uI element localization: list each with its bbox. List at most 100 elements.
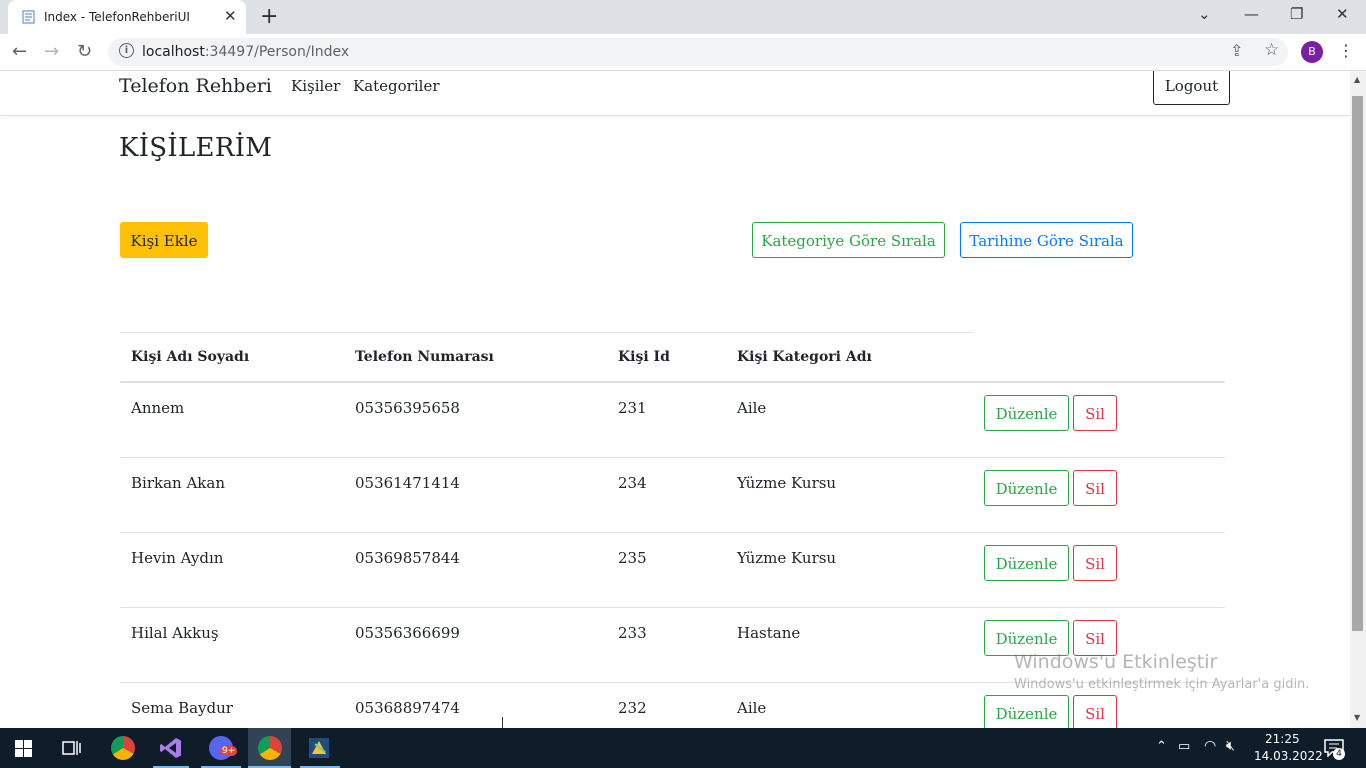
cell-actions: Düzenle Sil (973, 381, 1225, 458)
cell-name-text: Annem (131, 399, 185, 417)
notification-count-badge: 4 (1333, 748, 1345, 760)
cell-phone: 05368897474 (344, 682, 607, 728)
cell-category-text: Yüzme Kursu (737, 474, 837, 492)
cell-id: 234 (607, 457, 726, 533)
logout-button[interactable]: Logout (1153, 71, 1230, 105)
delete-button[interactable]: Sil (1073, 395, 1117, 431)
cell-phone-text: 05369857844 (355, 549, 460, 567)
nav-link-kategoriler[interactable]: Kategoriler (353, 77, 440, 95)
cell-id: 231 (607, 381, 726, 458)
cell-name: Sema Baydur (120, 682, 344, 728)
delete-button[interactable]: Sil (1073, 470, 1117, 506)
cell-id-text: 234 (618, 474, 647, 492)
sort-by-date-button[interactable]: Tarihine Göre Sırala (960, 222, 1133, 258)
task-view-icon[interactable] (62, 739, 82, 757)
table-row: Hevin Aydın 05369857844 235 Yüzme Kursu Düze… (120, 532, 1225, 608)
cell-id-text: 231 (618, 399, 647, 417)
url-text[interactable]: localhost:34497/Person/Index (142, 44, 349, 60)
browser-toolbar: ← → ↻ i localhost:34497/Person/Index ⇪ ☆… (0, 34, 1366, 71)
clock-date[interactable]: 14.03.2022 (1254, 749, 1323, 763)
text-cursor (502, 717, 503, 728)
page-title: KİŞİLERİM (119, 133, 273, 163)
bookmark-star-icon[interactable]: ☆ (1264, 40, 1279, 60)
brand-link[interactable]: Telefon Rehberi (119, 75, 272, 97)
cell-actions: Düzenle Sil (973, 532, 1225, 608)
wifi-icon[interactable]: ◠ (1204, 738, 1216, 754)
edit-button[interactable]: Düzenle (984, 470, 1069, 506)
battery-icon[interactable]: ▭ (1178, 739, 1190, 754)
chrome-active-icon[interactable] (258, 736, 282, 760)
cell-id: 233 (607, 607, 726, 683)
cell-id-text: 232 (618, 699, 647, 717)
restore-icon[interactable]: ❐ (1290, 5, 1303, 23)
clock-time[interactable]: 21:25 (1265, 732, 1300, 746)
forward-icon[interactable]: → (44, 41, 59, 62)
chrome-icon[interactable] (111, 736, 135, 760)
share-icon[interactable]: ⇪ (1230, 41, 1243, 60)
cell-category-text: Aile (737, 399, 767, 417)
cell-category-text: Hastane (737, 624, 801, 642)
cell-phone: 05356366699 (344, 607, 607, 683)
tab-title: Index - TelefonRehberiUI (44, 10, 190, 24)
cell-name-text: Sema Baydur (131, 699, 233, 717)
scrollbar-thumb[interactable] (1352, 96, 1363, 631)
address-bar[interactable]: i localhost:34497/Person/Index ⇪ ☆ (108, 38, 1288, 66)
cell-name-text: Hevin Aydın (131, 549, 224, 567)
edit-button[interactable]: Düzenle (984, 545, 1069, 581)
tray-chevron-icon[interactable]: ⌃ (1156, 739, 1167, 754)
activation-watermark-title: Windows'u Etkinleştir (1014, 651, 1218, 673)
cell-id-text: 235 (618, 549, 647, 567)
back-icon[interactable]: ← (12, 41, 27, 62)
scroll-up-icon[interactable]: ▲ (1354, 75, 1360, 84)
browser-tab[interactable]: Index - TelefonRehberiUI ✕ (8, 0, 246, 34)
cell-name: Hilal Akkuş (120, 607, 344, 683)
cell-phone-text: 05356366699 (355, 624, 460, 642)
visual-studio-icon[interactable] (159, 736, 183, 760)
activation-watermark-text: Windows'u etkinleştirmek için Ayarlar'a … (1014, 677, 1310, 692)
table-row: Annem 05356395658 231 Aile Düzenle Sil (120, 381, 1225, 458)
table-row: Birkan Akan 05361471414 234 Yüzme Kursu Düze… (120, 457, 1225, 533)
cell-name-text: Birkan Akan (131, 474, 225, 492)
minimize-icon[interactable]: — (1244, 5, 1259, 23)
windows-start-icon[interactable] (15, 740, 32, 757)
column-header-name: Kişi Adı Soyadı (120, 332, 344, 383)
cell-category: Hastane (726, 607, 973, 683)
reload-icon[interactable]: ↻ (77, 41, 92, 62)
delete-button[interactable]: Sil (1073, 695, 1117, 728)
new-tab-icon[interactable]: + (260, 4, 278, 29)
menu-icon[interactable]: ⋮ (1338, 41, 1354, 60)
add-person-button[interactable]: Kişi Ekle (120, 222, 208, 258)
cell-name: Birkan Akan (120, 457, 344, 533)
volume-mute-icon[interactable]: 🔇︎ (1226, 738, 1235, 754)
edit-button[interactable]: Düzenle (984, 395, 1069, 431)
cell-phone-text: 05368897474 (355, 699, 460, 717)
page-icon (22, 10, 35, 24)
discord-badge: 9+ (220, 746, 238, 756)
cell-phone: 05356395658 (344, 381, 607, 458)
cell-id-text: 233 (618, 624, 647, 642)
info-icon[interactable]: i (119, 43, 134, 58)
cell-phone-text: 05361471414 (355, 474, 460, 492)
scroll-down-icon[interactable]: ▼ (1354, 713, 1360, 722)
cell-phone: 05361471414 (344, 457, 607, 533)
column-header-phone: Telefon Numarası (344, 332, 607, 383)
tab-search-icon[interactable]: ⌄ (1198, 5, 1211, 23)
profile-avatar[interactable]: B (1301, 41, 1323, 63)
cell-name-text: Hilal Akkuş (131, 624, 219, 642)
close-window-icon[interactable]: ✕ (1336, 5, 1349, 23)
cell-id: 235 (607, 532, 726, 608)
column-header-actions (973, 332, 1225, 383)
sql-tool-icon[interactable] (307, 736, 331, 760)
cell-category: Aile (726, 381, 973, 458)
cell-category: Yüzme Kursu (726, 532, 973, 608)
cell-category-text: Yüzme Kursu (737, 549, 837, 567)
windows-taskbar: 9+ ⌃ ▭ ◠ 🔇︎ 21:25 14.03.2022 4 (0, 728, 1366, 768)
delete-button[interactable]: Sil (1073, 545, 1117, 581)
cell-phone-text: 05356395658 (355, 399, 460, 417)
nav-link-kisiler[interactable]: Kişiler (291, 77, 340, 95)
page-scrollbar[interactable]: ▲ ▼ (1350, 71, 1366, 728)
sort-by-category-button[interactable]: Kategoriye Göre Sırala (752, 222, 945, 258)
browser-tab-bar: Index - TelefonRehberiUI ✕ + ⌄ — ❐ ✕ (0, 0, 1366, 34)
close-tab-icon[interactable]: ✕ (224, 7, 237, 25)
edit-button[interactable]: Düzenle (984, 695, 1069, 728)
